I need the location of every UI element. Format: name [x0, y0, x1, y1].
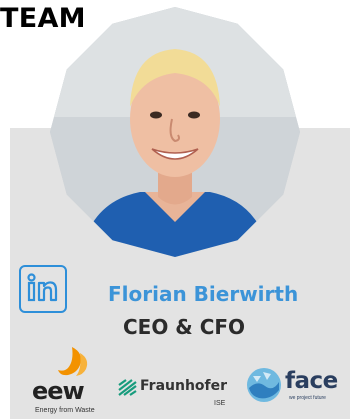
linkedin-icon[interactable] — [19, 265, 67, 313]
fraunhofer-institute: ISE — [214, 400, 226, 407]
member-name: Florian Bierwirth — [108, 282, 299, 306]
member-role: CEO & CFO — [123, 315, 246, 339]
eew-tagline: Energy from Waste — [35, 407, 95, 414]
eew-wordmark: eew — [32, 377, 85, 405]
face-logo: face we project future — [245, 366, 345, 412]
face-tagline: we project future — [289, 395, 326, 401]
section-heading: TEAM — [0, 3, 86, 34]
face-wordmark: face — [285, 368, 338, 394]
fraunhofer-logo: Fraunhofer ISE — [118, 378, 233, 418]
eew-logo: eew Energy from Waste — [28, 345, 113, 417]
fraunhofer-wordmark: Fraunhofer — [140, 378, 228, 394]
